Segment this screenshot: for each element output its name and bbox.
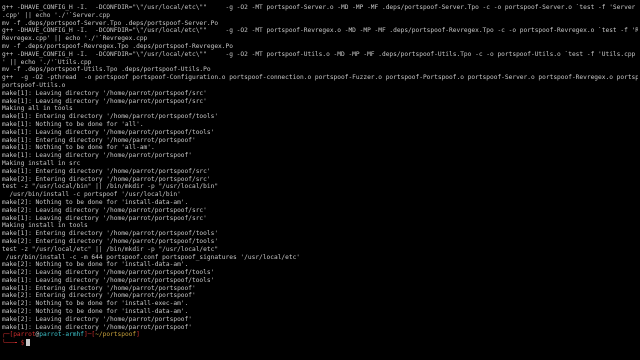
terminal-line: make[2]: Leaving directory '/home/parrot… [2, 269, 215, 277]
prompt-arrow: └──╼ [2, 339, 21, 347]
terminal-line: Making install in src [2, 159, 81, 167]
terminal-line: make[2]: Nothing to be done for 'install… [2, 198, 189, 206]
terminal-line: make[1]: Leaving directory '/home/parrot… [2, 323, 192, 331]
terminal-line: make[2]: Leaving directory '/home/parrot… [2, 206, 207, 214]
prompt-symbol: $ [20, 339, 25, 347]
terminal-line: ' || echo './'`Utils.cpp [2, 58, 92, 66]
terminal-line: make[2]: Entering directory '/home/parro… [2, 292, 196, 300]
terminal-line: make[1]: Entering directory '/home/parro… [2, 167, 211, 175]
terminal-line: Making all in tools [2, 105, 73, 113]
terminal-line: mv -f .deps/portspoof-Revregex.Tpo .deps… [2, 42, 233, 50]
terminal-line: make[1]: Entering directory '/home/parro… [2, 230, 219, 238]
prompt-bracket-end: ] [136, 331, 140, 339]
terminal-line: make[2]: Entering directory '/home/parro… [2, 175, 211, 183]
terminal-line: mv -f .deps/portspoof-Server.Tpo .deps/p… [2, 19, 219, 27]
terminal-line: test -z "/usr/local/etc" || /bin/mkdir -… [2, 245, 219, 253]
prompt-separator: ]─[ [83, 331, 96, 339]
terminal-line: Revregex.cpp' || echo './'`Revregex.cpp [2, 35, 148, 43]
terminal-line: make[1]: Leaving directory '/home/parrot… [2, 276, 215, 284]
terminal-line: make[1]: Leaving directory '/home/parrot… [2, 152, 192, 160]
prompt-path: ~/portspoof [95, 331, 137, 339]
command-input-line[interactable]: └──╼ $ [2, 339, 638, 347]
terminal-line: test -z "/usr/local/bin" || /bin/mkdir -… [2, 183, 219, 191]
terminal-line: make[1]: Leaving directory '/home/parrot… [2, 89, 207, 97]
terminal-line: make[1]: Leaving directory '/home/parrot… [2, 97, 207, 105]
terminal-line: make[2]: Entering directory '/home/parro… [2, 237, 219, 245]
terminal-line: /usr/bin/install -c portspoof '/usr/loca… [2, 191, 181, 199]
terminal-line: make[1]: Entering directory '/home/parro… [2, 284, 196, 292]
terminal-line: g++ -DHAVE_CONFIG_H -I. -DCONFDIR="\"/us… [2, 4, 636, 11]
terminal-line: .cpp' || echo './'`Server.cpp [2, 11, 111, 19]
terminal-line: make[2]: Leaving directory '/home/parrot… [2, 315, 192, 323]
prompt-user: parrot [13, 331, 36, 339]
terminal-output: g++ -DHAVE_CONFIG_H -I. -DCONFDIR="\"/us… [2, 4, 638, 347]
terminal-line: g++ -DHAVE_CONFIG_H -I. -DCONFDIR="\"/us… [2, 27, 638, 35]
terminal-line: make[1]: Leaving directory '/home/parrot… [2, 214, 207, 222]
terminal-window[interactable]: g++ -DHAVE_CONFIG_H -I. -DCONFDIR="\"/us… [0, 0, 640, 360]
terminal-line: make[2]: Nothing to be done for 'install… [2, 261, 189, 269]
terminal-line: make[1]: Entering directory '/home/parro… [2, 136, 196, 144]
terminal-line: make[1]: Leaving directory '/home/parrot… [2, 128, 215, 136]
terminal-line: /usr/bin/install -c -m 644 portspoof.con… [2, 253, 301, 261]
prompt-host: parrot-armhf [39, 331, 84, 339]
terminal-line: make[2]: Nothing to be done for 'install… [2, 300, 189, 308]
prompt-bracket: ┌─[ [2, 331, 14, 339]
terminal-line: g++ -g -O2 -pthread -o portspoof portspo… [2, 74, 638, 82]
terminal-line: make[1]: Entering directory '/home/parro… [2, 113, 219, 121]
terminal-line: mv -f .deps/portspoof-Utils.Tpo .deps/po… [2, 66, 211, 74]
terminal-line: make[2]: Nothing to be done for 'install… [2, 308, 189, 316]
text-cursor [26, 339, 31, 346]
terminal-line: g++ -DHAVE_CONFIG_H -I. -DCONFDIR="\"/us… [2, 50, 636, 58]
terminal-line: Making install in tools [2, 222, 88, 230]
terminal-line: make[1]: Nothing to be done for 'all'. [2, 120, 144, 128]
terminal-line: portspoof-Utils.o [2, 81, 66, 89]
shell-prompt: ┌─[parrot@parrot-armhf]─[~/portspoof] [2, 331, 638, 339]
terminal-line: make[1]: Nothing to be done for 'all-am'… [2, 144, 155, 152]
